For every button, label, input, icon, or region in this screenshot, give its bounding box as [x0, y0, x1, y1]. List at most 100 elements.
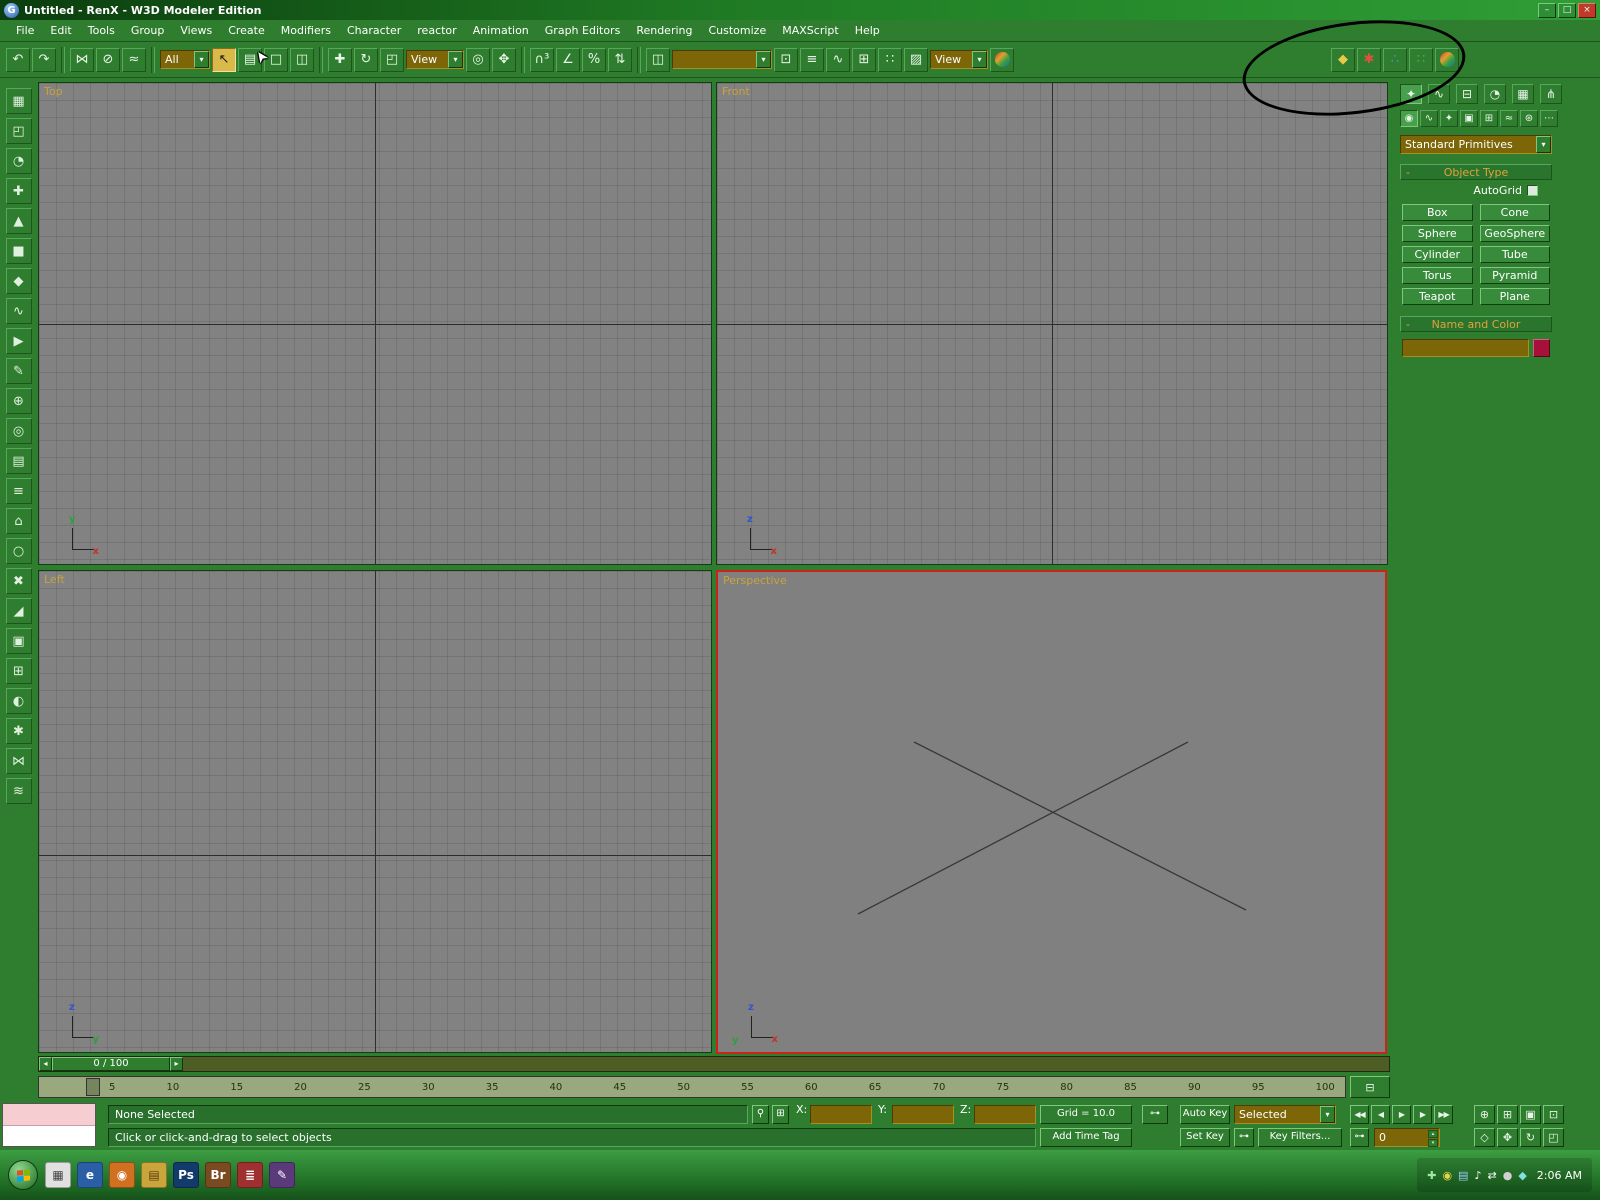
min-max-toggle-button[interactable]: ◰	[1543, 1128, 1564, 1147]
layer-manager-icon[interactable]: ≡	[800, 47, 824, 72]
minimize-button[interactable]: –	[1538, 2, 1556, 18]
grid-tool-icon[interactable]: ⊞	[5, 658, 32, 684]
listener-macro-row[interactable]	[3, 1104, 95, 1126]
geosphere-button[interactable]: GeoSphere	[1479, 225, 1550, 242]
spline-tool-icon[interactable]: ∿	[5, 298, 32, 324]
frame-spinner[interactable]: ▴ ▾	[1428, 1130, 1438, 1147]
select-and-manipulate-icon[interactable]: ✥	[492, 47, 516, 72]
zoom-all-button[interactable]: ⊞	[1497, 1105, 1518, 1124]
menu-item[interactable]: reactor	[409, 21, 464, 40]
menu-item[interactable]: File	[8, 21, 42, 40]
key-mode-dropdown[interactable]: Selected ▾	[1234, 1105, 1336, 1124]
key-icon[interactable]: ⊶	[1142, 1105, 1168, 1124]
z-coordinate-field[interactable]	[974, 1105, 1036, 1124]
menu-item[interactable]: Character	[339, 21, 409, 40]
tab-utilities-icon[interactable]: ⋔	[1540, 84, 1562, 104]
wave-tool-icon[interactable]: ≋	[5, 778, 32, 804]
name-and-color-rollout[interactable]: - Name and Color	[1400, 316, 1552, 332]
selection-lock-toggle[interactable]: ⚲	[752, 1105, 769, 1124]
photoshop-icon[interactable]: Ps	[173, 1162, 199, 1188]
object-type-rollout[interactable]: - Object Type	[1400, 164, 1552, 180]
w3d-vertex-paint-icon[interactable]: ✱	[1357, 47, 1381, 72]
media-player-icon[interactable]: ◉	[109, 1162, 135, 1188]
menu-item[interactable]: Views	[172, 21, 220, 40]
angle-snap-icon[interactable]: ∠	[556, 47, 580, 72]
folder-icon[interactable]: ▤	[141, 1162, 167, 1188]
current-frame-field[interactable]: 0 ▴ ▾	[1374, 1128, 1440, 1147]
object-name-field[interactable]	[1402, 339, 1529, 357]
select-and-rotate-icon[interactable]: ↻	[354, 47, 378, 72]
antivirus-icon[interactable]: ✚	[1427, 1169, 1436, 1182]
menu-item[interactable]: Graph Editors	[537, 21, 629, 40]
category-cameras-icon[interactable]: ▣	[1460, 110, 1478, 127]
time-slider[interactable]: 0 / 100	[52, 1057, 170, 1071]
tab-hierarchy-icon[interactable]: ⊟	[1456, 84, 1478, 104]
usb-icon[interactable]: ●	[1503, 1169, 1513, 1182]
tube-button[interactable]: Tube	[1479, 246, 1550, 263]
close-button[interactable]: ×	[1578, 2, 1596, 18]
time-slider-left-arrow[interactable]: ◂	[39, 1057, 52, 1071]
pen-tool-icon[interactable]: ✎	[5, 358, 32, 384]
menu-item[interactable]: Group	[123, 21, 173, 40]
zoom-extents-all-button[interactable]: ⊡	[1543, 1105, 1564, 1124]
display-settings-icon[interactable]: ▤	[1458, 1169, 1468, 1182]
viewport-front[interactable]: Front z x	[716, 82, 1388, 565]
autogrid-checkbox[interactable]	[1527, 185, 1538, 196]
volume-icon[interactable]: ♪	[1474, 1169, 1481, 1182]
chevron-down-icon[interactable]: ▾	[194, 51, 209, 68]
torus-button[interactable]: Torus	[1402, 267, 1473, 284]
box-button[interactable]: Box	[1402, 204, 1473, 221]
object-color-swatch[interactable]	[1533, 339, 1550, 357]
menu-item[interactable]: MAXScript	[774, 21, 846, 40]
align-icon[interactable]: ⊡	[774, 47, 798, 72]
delete-tool-icon[interactable]: ✖	[5, 568, 32, 594]
key-filters-button[interactable]: Key Filters...	[1258, 1128, 1342, 1147]
chevron-down-icon[interactable]: ▾	[1320, 1106, 1335, 1123]
rectangular-selection-icon[interactable]: □	[264, 47, 288, 72]
stack-tool-icon[interactable]: ≡	[5, 478, 32, 504]
category-systems-icon[interactable]: ⊛	[1520, 110, 1538, 127]
key-mode-toggle-button[interactable]: ⊶	[1350, 1128, 1369, 1147]
shape-tool-icon[interactable]: ◆	[5, 268, 32, 294]
show-desktop-icon[interactable]: ▦	[45, 1162, 71, 1188]
render-type-dropdown[interactable]: View ▾	[930, 50, 988, 69]
transform-tool-icon[interactable]: ◰	[5, 118, 32, 144]
select-and-move-icon[interactable]: ✚	[328, 47, 352, 72]
tab-display-icon[interactable]: ▦	[1512, 84, 1534, 104]
current-frame-marker[interactable]	[86, 1078, 100, 1096]
schematic-view-icon[interactable]: ⊞	[852, 47, 876, 72]
category-lights-icon[interactable]: ✦	[1440, 110, 1458, 127]
target-tool-icon[interactable]: ◎	[5, 418, 32, 444]
menu-item[interactable]: Modifiers	[273, 21, 339, 40]
time-slider-right-arrow[interactable]: ▸	[170, 1057, 183, 1071]
previous-frame-button[interactable]: ◀	[1371, 1105, 1390, 1124]
sphere-button[interactable]: Sphere	[1402, 225, 1473, 242]
x-coordinate-field[interactable]	[810, 1105, 872, 1124]
maximize-button[interactable]: □	[1558, 2, 1576, 18]
messenger-icon[interactable]: ◆	[1518, 1169, 1526, 1182]
add-time-tag-button[interactable]: Add Time Tag	[1040, 1128, 1132, 1147]
material-editor-icon[interactable]: ∷	[878, 47, 902, 72]
start-button[interactable]	[8, 1160, 38, 1190]
rotate-tool-icon[interactable]: ◔	[5, 148, 32, 174]
go-to-start-button[interactable]: ◀◀	[1350, 1105, 1369, 1124]
pyramid-button[interactable]: Pyramid	[1479, 267, 1550, 284]
chevron-down-icon[interactable]: ▾	[448, 51, 463, 68]
set-key-button[interactable]: Set Key	[1180, 1128, 1230, 1147]
viewport-config-icon[interactable]: ▦	[5, 88, 32, 114]
category-geometry-icon[interactable]: ◉	[1400, 110, 1418, 127]
open-mini-curve-editor-button[interactable]: ⊟	[1350, 1076, 1390, 1098]
w3d-bone-tools-icon[interactable]: ∴	[1383, 47, 1407, 72]
curve-editor-icon[interactable]: ∿	[826, 47, 850, 72]
selection-filter-dropdown[interactable]: All ▾	[160, 50, 210, 69]
viewport-top[interactable]: Top y x	[38, 82, 712, 565]
auto-key-button[interactable]: Auto Key	[1180, 1105, 1230, 1124]
system-menu-icon[interactable]: G	[4, 2, 19, 18]
menu-item[interactable]: Create	[220, 21, 273, 40]
w3d-export-icon[interactable]: ●	[1435, 47, 1459, 72]
viewport-perspective[interactable]: Perspective z x y	[716, 570, 1387, 1054]
move-tool-icon[interactable]: ✚	[5, 178, 32, 204]
mirror-icon[interactable]: ◫	[646, 47, 670, 72]
tab-motion-icon[interactable]: ◔	[1484, 84, 1506, 104]
w3d-id-tools-icon[interactable]: ∷	[1409, 47, 1433, 72]
